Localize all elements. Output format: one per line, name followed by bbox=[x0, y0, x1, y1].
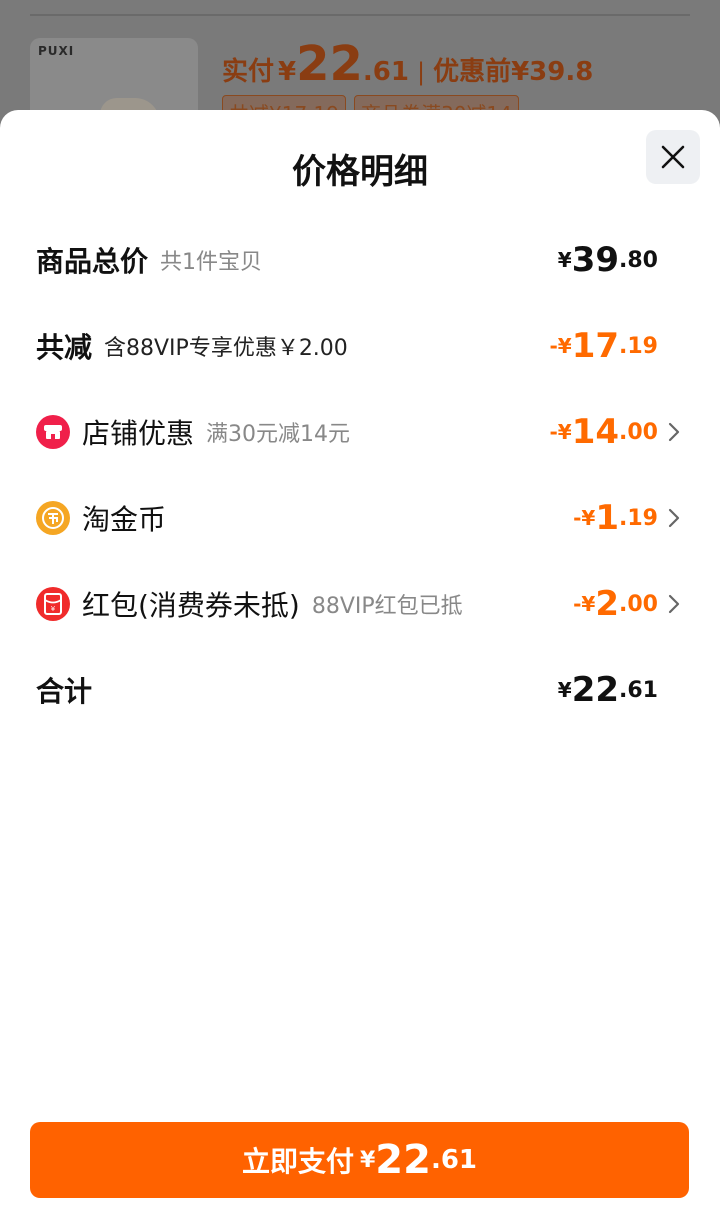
amount-decimal: .00 bbox=[619, 591, 658, 617]
chevron-right-icon bbox=[668, 594, 680, 614]
row-taojinbi[interactable]: 淘金币 - ¥1.19 bbox=[0, 488, 720, 548]
row-label: 店铺优惠 bbox=[82, 417, 195, 450]
row-amount: - ¥14.00 bbox=[549, 402, 658, 462]
chevron-right-icon bbox=[668, 422, 680, 442]
separator: | bbox=[416, 58, 426, 86]
row-amount: - ¥1.19 bbox=[573, 488, 658, 548]
amount-decimal: .00 bbox=[619, 419, 658, 445]
currency: ¥ bbox=[557, 334, 572, 358]
chevron-right-icon bbox=[668, 508, 680, 528]
row-total-price: 商品总价 共1件宝贝 ¥39.80 bbox=[0, 230, 720, 290]
brand-logo: PUXI bbox=[38, 44, 75, 58]
pre-discount-price: ¥39.8 bbox=[511, 57, 594, 87]
store-icon bbox=[36, 415, 70, 449]
row-amount: - ¥17.19 bbox=[549, 316, 658, 376]
minus-sign: - bbox=[573, 506, 582, 530]
row-sub: 88VIP红包已抵 bbox=[311, 594, 463, 619]
pay-label: 立即支付 bbox=[241, 1145, 354, 1178]
minus-sign: - bbox=[549, 334, 558, 358]
pre-discount-label: 优惠前 bbox=[433, 57, 512, 87]
amount-decimal: .19 bbox=[619, 505, 658, 531]
amount-integer: 1 bbox=[595, 498, 620, 538]
row-label: 淘金币 bbox=[82, 503, 167, 536]
row-sub: 共1件宝贝 bbox=[160, 250, 263, 275]
currency: ¥ bbox=[557, 248, 572, 272]
row-label: 共减 bbox=[36, 331, 93, 364]
price-label: 实付 bbox=[222, 57, 275, 87]
currency: ¥ bbox=[581, 592, 596, 616]
amount-integer: 17 bbox=[571, 326, 620, 366]
amount-integer: 39 bbox=[571, 240, 620, 280]
price-detail-sheet: 价格明细 商品总价 共1件宝贝 ¥39.80 共减 含88VIP专享优惠￥2.0… bbox=[0, 110, 720, 1224]
currency: ¥ bbox=[581, 506, 596, 530]
row-amount: - ¥2.00 bbox=[573, 574, 658, 634]
amount-integer: 2 bbox=[595, 584, 620, 624]
amount-integer: 14 bbox=[571, 412, 620, 452]
minus-sign: - bbox=[549, 420, 558, 444]
row-label: 商品总价 bbox=[36, 245, 149, 278]
row-store-discount[interactable]: 店铺优惠 满30元减14元 - ¥14.00 bbox=[0, 402, 720, 462]
coin-icon bbox=[36, 501, 70, 535]
amount-decimal: .19 bbox=[619, 333, 658, 359]
row-amount: ¥39.80 bbox=[558, 230, 658, 290]
price-integer: 22 bbox=[296, 36, 363, 92]
row-red-packet[interactable]: ¥ 红包(消费券未抵) 88VIP红包已抵 - ¥2.00 bbox=[0, 574, 720, 634]
row-label: 合计 bbox=[36, 675, 93, 708]
currency: ¥ bbox=[557, 678, 572, 702]
amount-decimal: .80 bbox=[619, 247, 658, 273]
divider bbox=[30, 14, 690, 16]
currency: ¥ bbox=[278, 57, 297, 87]
row-sub: 含88VIP专享优惠￥2.00 bbox=[104, 336, 348, 361]
pay-now-button[interactable]: 立即支付 ¥22.61 bbox=[30, 1122, 689, 1198]
sheet-title: 价格明细 bbox=[292, 152, 428, 192]
row-amount: ¥22.61 bbox=[558, 660, 658, 720]
currency: ¥ bbox=[557, 420, 572, 444]
red-packet-icon: ¥ bbox=[36, 587, 70, 621]
close-button[interactable] bbox=[646, 130, 700, 184]
row-grand-total: 合计 ¥22.61 bbox=[0, 660, 720, 720]
amount-decimal: .61 bbox=[619, 677, 658, 703]
amount-decimal: .61 bbox=[430, 1145, 478, 1175]
svg-text:¥: ¥ bbox=[51, 605, 56, 613]
amount-integer: 22 bbox=[375, 1137, 431, 1183]
amount-integer: 22 bbox=[571, 670, 620, 710]
row-sub: 满30元减14元 bbox=[206, 422, 351, 447]
background-price: 实付 ¥22.61 | 优惠前¥39.8 bbox=[222, 36, 593, 92]
currency: ¥ bbox=[359, 1147, 376, 1173]
minus-sign: - bbox=[573, 592, 582, 616]
price-decimal: .61 bbox=[362, 57, 409, 87]
row-label: 红包(消费券未抵) bbox=[82, 589, 300, 622]
close-icon bbox=[661, 145, 685, 169]
row-total-discount: 共减 含88VIP专享优惠￥2.00 - ¥17.19 bbox=[0, 316, 720, 376]
